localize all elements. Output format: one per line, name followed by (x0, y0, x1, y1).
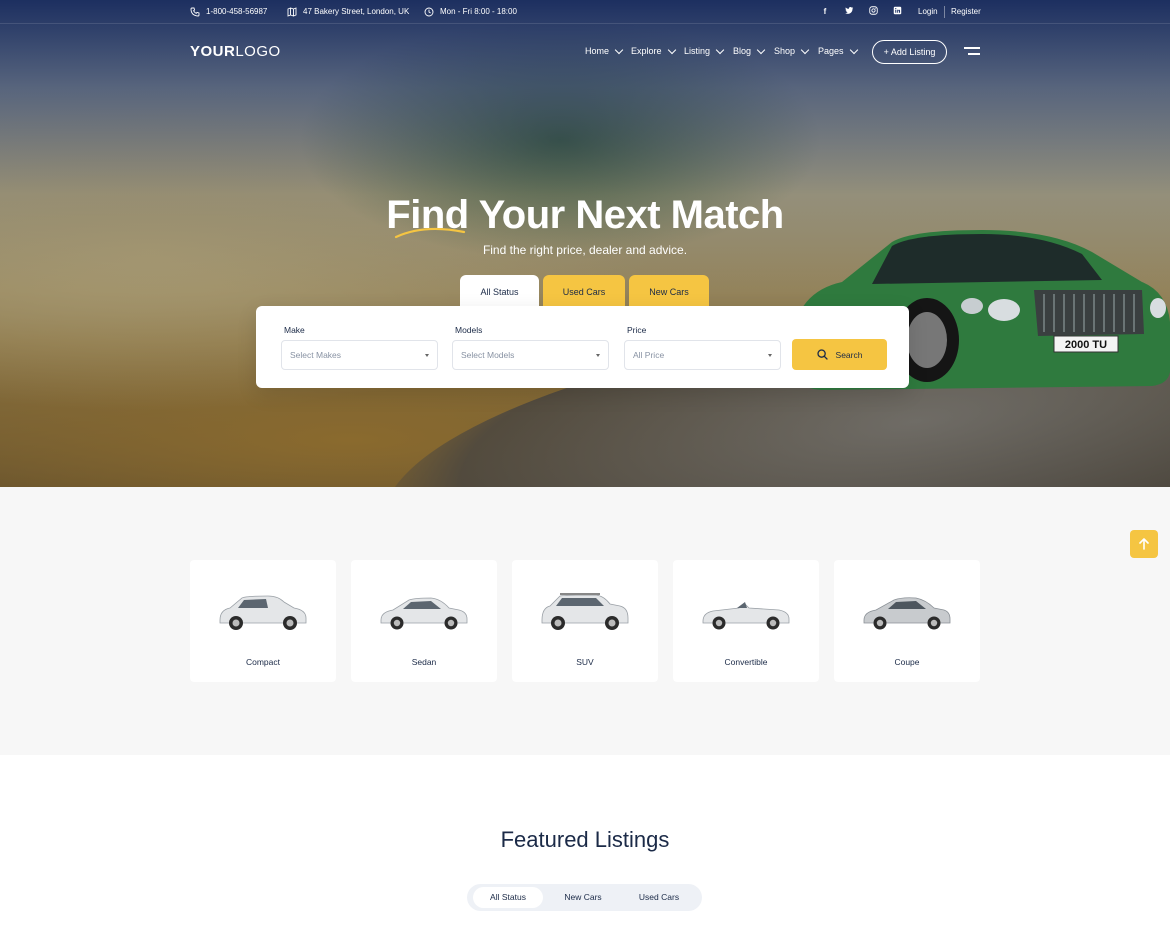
caret-down-icon (425, 354, 429, 357)
chevron-down-icon (849, 45, 858, 54)
suv-car-icon (541, 593, 629, 630)
address-text: 47 Bakery Street, London, UK (303, 7, 410, 16)
tab-used-cars[interactable]: Used Cars (543, 275, 625, 307)
register-link[interactable]: Register (951, 0, 981, 24)
category-label: SUV (576, 657, 594, 667)
category-card-convertible[interactable]: Convertible (673, 560, 819, 682)
category-label: Sedan (411, 657, 437, 667)
map-icon (287, 7, 297, 17)
hero-subtitle: Find the right price, dealer and advice. (482, 243, 688, 257)
chevron-down-icon (756, 45, 766, 54)
add-listing-button[interactable]: + Add Listing (872, 40, 947, 64)
caret-down-icon (768, 354, 772, 357)
logo-light: LOGO (235, 43, 281, 60)
convertible-car-icon (702, 602, 790, 630)
phone-info[interactable]: 1-800-458-56987 (190, 0, 267, 24)
nav-item-blog[interactable]: Blog (733, 45, 766, 56)
nav-item-shop[interactable]: Shop (774, 45, 810, 56)
chevron-down-icon (667, 45, 676, 54)
featured-tab-all-status[interactable]: All Status (473, 887, 543, 908)
hours-text: Mon - Fri 8:00 - 18:00 (440, 7, 517, 16)
phone-icon (190, 7, 200, 17)
coupe-car-icon (863, 597, 951, 630)
compact-car-icon (219, 595, 307, 630)
chevron-down-icon (614, 45, 624, 54)
nav-label: Explore (631, 46, 662, 56)
nav-item-pages[interactable]: Pages (818, 45, 858, 56)
make-placeholder: Select Makes (290, 350, 342, 360)
tab-all-status[interactable]: All Status (460, 275, 539, 307)
site-logo[interactable]: YOURLOGO (190, 43, 281, 60)
clock-icon (424, 7, 434, 17)
models-select[interactable]: Select Models (452, 340, 609, 370)
category-label: Compact (245, 657, 280, 667)
category-label: Convertible (724, 657, 768, 667)
nav-item-home[interactable]: Home (585, 45, 624, 56)
phone-text: 1-800-458-56987 (206, 7, 268, 16)
nav-label: Listing (684, 46, 711, 56)
license-plate: 2000 TU (1065, 339, 1107, 351)
divider (944, 6, 945, 18)
instagram-icon[interactable] (867, 6, 879, 18)
login-link[interactable]: Login (918, 0, 938, 24)
nav-label: Shop (774, 46, 796, 56)
facebook-icon[interactable]: f (819, 6, 831, 18)
logo-bold: YOUR (190, 43, 236, 60)
search-icon (816, 349, 828, 360)
tab-new-cars[interactable]: New Cars (629, 275, 709, 307)
arrow-up-icon (1139, 538, 1149, 550)
category-card-coupe[interactable]: Coupe (834, 560, 980, 682)
linkedin-icon[interactable] (891, 6, 903, 18)
category-card-suv[interactable]: SUV (512, 560, 658, 682)
make-label: Make (284, 325, 305, 335)
category-card-sedan[interactable]: Sedan (351, 560, 497, 682)
top-info-bar (0, 0, 1170, 24)
nav-item-listing[interactable]: Listing (684, 45, 725, 56)
scroll-to-top-button[interactable] (1130, 530, 1158, 558)
chevron-down-icon (800, 45, 810, 54)
price-select[interactable]: All Price (624, 340, 781, 370)
category-label: Coupe (894, 657, 920, 667)
hero-title: Find Your Next Match (386, 193, 784, 237)
hamburger-menu-icon[interactable] (964, 47, 980, 57)
caret-down-icon (596, 354, 600, 357)
price-label: Price (627, 325, 647, 335)
search-label: Search (835, 349, 863, 360)
chevron-down-icon (715, 45, 725, 54)
nav-item-explore[interactable]: Explore (631, 45, 676, 56)
category-card-compact[interactable]: Compact (190, 560, 336, 682)
nav-label: Home (585, 46, 610, 56)
featured-title: Featured Listings (500, 827, 670, 852)
nav-label: Pages (818, 46, 844, 56)
search-button[interactable]: Search (792, 339, 887, 370)
featured-tab-used-cars[interactable]: Used Cars (624, 887, 694, 908)
featured-tab-new-cars[interactable]: New Cars (549, 887, 617, 908)
nav-label: Blog (733, 46, 752, 56)
price-placeholder: All Price (633, 350, 665, 360)
hero-section: 1-800-458-56987 47 Bakery Street, London… (0, 0, 1170, 487)
make-select[interactable]: Select Makes (281, 340, 438, 370)
models-label: Models (455, 325, 483, 335)
title-underline-swoosh (394, 227, 466, 239)
address-info: 47 Bakery Street, London, UK (287, 0, 409, 24)
hours-info: Mon - Fri 8:00 - 18:00 (424, 0, 517, 24)
sedan-car-icon (380, 597, 468, 630)
models-placeholder: Select Models (461, 350, 515, 360)
twitter-icon[interactable] (843, 6, 855, 18)
